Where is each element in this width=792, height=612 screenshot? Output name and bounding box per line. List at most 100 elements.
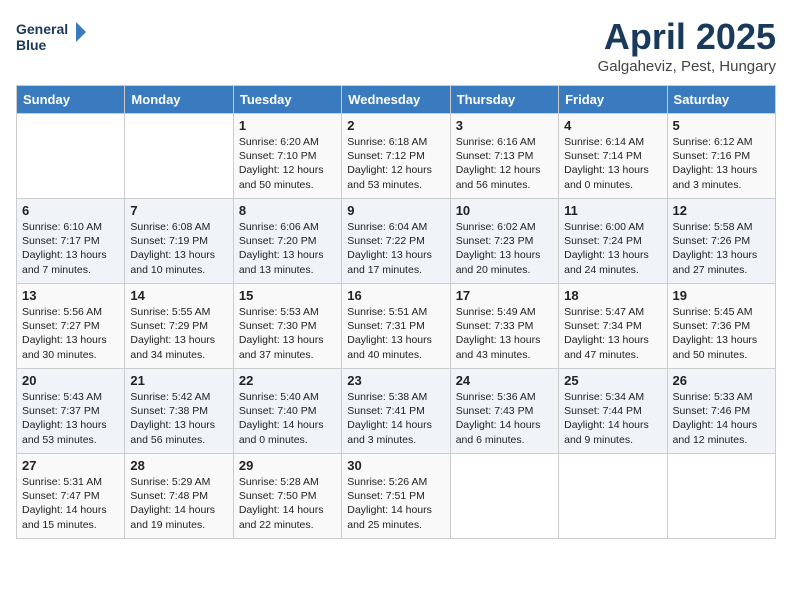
calendar-cell: 28Sunrise: 5:29 AMSunset: 7:48 PMDayligh… — [125, 454, 233, 539]
day-info: Daylight: 13 hours — [564, 163, 661, 177]
day-info: Sunrise: 6:10 AM — [22, 220, 119, 234]
day-info: and 30 minutes. — [22, 348, 119, 362]
day-number: 30 — [347, 458, 444, 473]
day-info: Daylight: 13 hours — [347, 248, 444, 262]
day-info: Sunrise: 5:53 AM — [239, 305, 336, 319]
day-info: Sunset: 7:38 PM — [130, 404, 227, 418]
day-info: Daylight: 12 hours — [456, 163, 553, 177]
day-info: Daylight: 13 hours — [456, 248, 553, 262]
day-number: 14 — [130, 288, 227, 303]
calendar-cell: 11Sunrise: 6:00 AMSunset: 7:24 PMDayligh… — [559, 199, 667, 284]
calendar-cell: 14Sunrise: 5:55 AMSunset: 7:29 PMDayligh… — [125, 284, 233, 369]
day-info: Sunrise: 6:14 AM — [564, 135, 661, 149]
day-number: 25 — [564, 373, 661, 388]
day-info: Sunrise: 5:58 AM — [673, 220, 770, 234]
day-info: and 22 minutes. — [239, 518, 336, 532]
month-title: April 2025 — [598, 16, 776, 58]
day-number: 8 — [239, 203, 336, 218]
calendar-cell: 29Sunrise: 5:28 AMSunset: 7:50 PMDayligh… — [233, 454, 341, 539]
calendar-cell — [667, 454, 775, 539]
day-info: and 34 minutes. — [130, 348, 227, 362]
day-info: Sunrise: 6:08 AM — [130, 220, 227, 234]
calendar-cell: 30Sunrise: 5:26 AMSunset: 7:51 PMDayligh… — [342, 454, 450, 539]
calendar-cell: 17Sunrise: 5:49 AMSunset: 7:33 PMDayligh… — [450, 284, 558, 369]
day-info: Sunrise: 5:45 AM — [673, 305, 770, 319]
weekday-header-tuesday: Tuesday — [233, 86, 341, 114]
day-info: Sunrise: 5:34 AM — [564, 390, 661, 404]
day-info: Daylight: 14 hours — [347, 418, 444, 432]
day-info: Daylight: 13 hours — [673, 333, 770, 347]
day-info: and 0 minutes. — [239, 433, 336, 447]
day-info: Sunrise: 5:51 AM — [347, 305, 444, 319]
weekday-header-friday: Friday — [559, 86, 667, 114]
day-info: and 37 minutes. — [239, 348, 336, 362]
day-info: Sunset: 7:50 PM — [239, 489, 336, 503]
day-info: Sunrise: 5:43 AM — [22, 390, 119, 404]
calendar-cell: 23Sunrise: 5:38 AMSunset: 7:41 PMDayligh… — [342, 369, 450, 454]
day-info: Daylight: 14 hours — [456, 418, 553, 432]
day-info: Sunrise: 6:00 AM — [564, 220, 661, 234]
day-info: Sunset: 7:31 PM — [347, 319, 444, 333]
day-number: 4 — [564, 118, 661, 133]
day-info: Daylight: 13 hours — [673, 248, 770, 262]
day-number: 6 — [22, 203, 119, 218]
calendar-cell: 16Sunrise: 5:51 AMSunset: 7:31 PMDayligh… — [342, 284, 450, 369]
day-info: Sunrise: 6:20 AM — [239, 135, 336, 149]
calendar-cell: 7 Sunrise: 6:08 AMSunset: 7:19 PMDaylight… — [125, 199, 233, 284]
day-info: and 47 minutes. — [564, 348, 661, 362]
day-info: Sunrise: 5:38 AM — [347, 390, 444, 404]
day-info: Sunrise: 5:36 AM — [456, 390, 553, 404]
day-number: 24 — [456, 373, 553, 388]
day-info: and 20 minutes. — [456, 263, 553, 277]
day-info: Daylight: 12 hours — [347, 163, 444, 177]
calendar-cell: 20Sunrise: 5:43 AMSunset: 7:37 PMDayligh… — [17, 369, 125, 454]
day-info: Sunset: 7:19 PM — [130, 234, 227, 248]
day-info: Sunrise: 6:16 AM — [456, 135, 553, 149]
day-info: Sunrise: 5:47 AM — [564, 305, 661, 319]
day-info: and 56 minutes. — [130, 433, 227, 447]
day-number: 3 — [456, 118, 553, 133]
calendar-cell: 4Sunrise: 6:14 AMSunset: 7:14 PMDaylight… — [559, 114, 667, 199]
day-info: and 25 minutes. — [347, 518, 444, 532]
day-info: and 15 minutes. — [22, 518, 119, 532]
day-info: and 7 minutes. — [22, 263, 119, 277]
day-info: Daylight: 13 hours — [239, 248, 336, 262]
day-number: 26 — [673, 373, 770, 388]
day-info: Daylight: 13 hours — [130, 333, 227, 347]
day-info: Sunset: 7:36 PM — [673, 319, 770, 333]
day-info: Sunrise: 5:28 AM — [239, 475, 336, 489]
day-info: Sunset: 7:34 PM — [564, 319, 661, 333]
day-number: 27 — [22, 458, 119, 473]
day-info: Sunrise: 6:04 AM — [347, 220, 444, 234]
calendar-cell: 13Sunrise: 5:56 AMSunset: 7:27 PMDayligh… — [17, 284, 125, 369]
day-info: Sunset: 7:46 PM — [673, 404, 770, 418]
day-info: Sunrise: 6:18 AM — [347, 135, 444, 149]
day-number: 9 — [347, 203, 444, 218]
day-number: 7 — [130, 203, 227, 218]
day-info: Sunrise: 5:49 AM — [456, 305, 553, 319]
weekday-header-thursday: Thursday — [450, 86, 558, 114]
day-number: 28 — [130, 458, 227, 473]
day-info: Sunrise: 5:40 AM — [239, 390, 336, 404]
day-info: Daylight: 13 hours — [347, 333, 444, 347]
svg-text:Blue: Blue — [16, 37, 47, 53]
day-info: Daylight: 13 hours — [239, 333, 336, 347]
day-number: 23 — [347, 373, 444, 388]
day-info: Sunrise: 5:33 AM — [673, 390, 770, 404]
day-info: Sunrise: 5:56 AM — [22, 305, 119, 319]
day-info: Sunset: 7:20 PM — [239, 234, 336, 248]
day-info: Sunset: 7:44 PM — [564, 404, 661, 418]
day-info: Sunset: 7:47 PM — [22, 489, 119, 503]
day-info: and 0 minutes. — [564, 178, 661, 192]
day-info: Daylight: 14 hours — [239, 503, 336, 517]
day-info: and 6 minutes. — [456, 433, 553, 447]
calendar-cell: 26Sunrise: 5:33 AMSunset: 7:46 PMDayligh… — [667, 369, 775, 454]
day-info: and 56 minutes. — [456, 178, 553, 192]
day-info: Daylight: 13 hours — [22, 418, 119, 432]
title-block: April 2025 Galgaheviz, Pest, Hungary — [598, 16, 776, 75]
day-info: and 24 minutes. — [564, 263, 661, 277]
day-info: Daylight: 13 hours — [130, 248, 227, 262]
day-info: Sunset: 7:16 PM — [673, 149, 770, 163]
day-info: Sunset: 7:13 PM — [456, 149, 553, 163]
day-info: and 53 minutes. — [347, 178, 444, 192]
